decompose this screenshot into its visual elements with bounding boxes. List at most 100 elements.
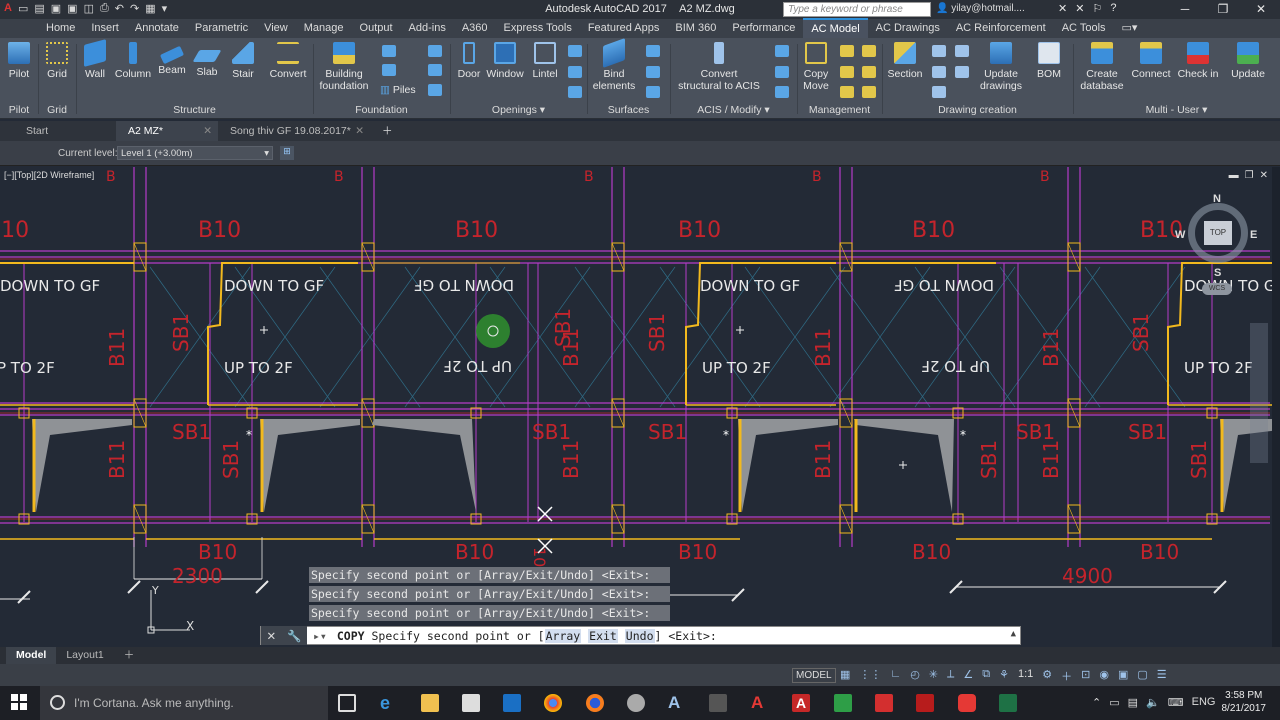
annotation-visibility-icon[interactable]: ⚘ bbox=[999, 668, 1009, 684]
app-red-icon[interactable] bbox=[958, 694, 976, 712]
panel-acis-modify[interactable]: ACIS / Modify ▾ bbox=[670, 104, 797, 116]
mgmt-1-icon[interactable] bbox=[840, 45, 854, 57]
panel-multi-user[interactable]: Multi - User ▾ bbox=[1073, 104, 1280, 116]
view-5-icon[interactable] bbox=[932, 86, 946, 98]
network-icon[interactable]: ▤ bbox=[1128, 696, 1138, 709]
clock[interactable]: 3:58 PM 8/21/2017 bbox=[1222, 689, 1267, 715]
store-icon[interactable] bbox=[462, 694, 480, 712]
clean-screen-icon[interactable]: ▢ bbox=[1137, 668, 1147, 684]
option-exit[interactable]: Exit bbox=[588, 628, 618, 643]
niche-icon[interactable] bbox=[568, 66, 582, 78]
autocad-architecture-icon[interactable]: A bbox=[668, 694, 686, 712]
mgmt-4-icon[interactable] bbox=[862, 66, 876, 78]
model-space-button[interactable]: MODEL bbox=[792, 668, 836, 683]
view-2-icon[interactable] bbox=[955, 45, 969, 57]
piles-button[interactable]: ▥ Piles bbox=[380, 84, 422, 96]
command-line[interactable]: ✕ 🔧 ▸▾ COPY Specify second point or [Arr… bbox=[260, 626, 1021, 645]
compass-north[interactable]: N bbox=[1213, 193, 1221, 205]
otrack-icon[interactable]: ∠ bbox=[963, 668, 973, 684]
edge-icon[interactable]: e bbox=[380, 694, 398, 712]
snap-icon[interactable]: ⋮⋮ bbox=[859, 668, 881, 684]
osnap-icon[interactable]: ✳ bbox=[929, 668, 938, 684]
panel-openings[interactable]: Openings ▾ bbox=[450, 104, 587, 116]
hole-icon[interactable] bbox=[568, 86, 582, 98]
window-button[interactable]: Window bbox=[485, 42, 525, 80]
surface-icon[interactable] bbox=[646, 45, 660, 57]
stair-button[interactable]: Stair bbox=[228, 42, 258, 80]
view-3-icon[interactable] bbox=[932, 66, 946, 78]
tab-model[interactable]: Model bbox=[6, 647, 57, 664]
acis-tool-3-icon[interactable] bbox=[775, 86, 789, 98]
wcs-menu[interactable]: WCS bbox=[1202, 283, 1232, 295]
acis-tool-2-icon[interactable] bbox=[775, 66, 789, 78]
door-button[interactable]: Door bbox=[455, 42, 483, 80]
customize-menu-icon[interactable]: ☰ bbox=[1157, 668, 1167, 684]
beam-button[interactable]: Beam bbox=[157, 42, 187, 76]
task-view-icon[interactable] bbox=[338, 694, 356, 712]
update-drawings-button[interactable]: Update drawings bbox=[978, 42, 1024, 92]
app-icon[interactable] bbox=[709, 694, 727, 712]
workspace-gear-icon[interactable]: ⚙ bbox=[1042, 668, 1052, 684]
foundation-slab-icon[interactable] bbox=[428, 64, 442, 76]
create-database-button[interactable]: Create database bbox=[1078, 42, 1126, 92]
viewcube-top-face[interactable]: TOP bbox=[1204, 221, 1232, 245]
lintel-button[interactable]: Lintel bbox=[530, 42, 560, 80]
add-layout-icon[interactable]: ＋ bbox=[114, 647, 145, 664]
building-foundation-button[interactable]: Building foundation bbox=[318, 42, 370, 92]
close-tab-icon[interactable]: ✕ bbox=[203, 121, 212, 141]
close-tab-icon[interactable]: ✕ bbox=[355, 121, 364, 141]
acis-tool-1-icon[interactable] bbox=[775, 45, 789, 57]
close-icon[interactable]: ✕ bbox=[267, 629, 277, 643]
chrome-icon[interactable] bbox=[544, 694, 562, 712]
outlook-icon[interactable] bbox=[503, 694, 521, 712]
hardware-accel-icon[interactable]: ◉ bbox=[1099, 668, 1109, 684]
language-indicator[interactable]: ENG bbox=[1192, 696, 1216, 709]
copy-move-button[interactable]: Copy Move bbox=[800, 42, 832, 92]
app-icon[interactable] bbox=[627, 694, 645, 712]
autocad-icon[interactable]: A bbox=[751, 694, 769, 712]
firefox-icon[interactable] bbox=[586, 694, 604, 712]
doc-tab-a2-mz[interactable]: A2 MZ* ✕ bbox=[116, 121, 218, 141]
compass-west[interactable]: W bbox=[1175, 229, 1185, 241]
update-button[interactable]: Update bbox=[1226, 42, 1270, 80]
convert-structural-acis-button[interactable]: Convert structural to ACIS bbox=[676, 42, 762, 92]
doc-tab-song-thiv[interactable]: Song thiv GF 19.08.2017* ✕ bbox=[218, 121, 370, 141]
surface-edit-icon[interactable] bbox=[646, 66, 660, 78]
file-explorer-icon[interactable] bbox=[421, 694, 439, 712]
annotation-scale[interactable]: 1:1 bbox=[1018, 668, 1033, 684]
opening-icon[interactable] bbox=[568, 45, 582, 57]
chevron-up-icon[interactable]: ▲ bbox=[1011, 629, 1016, 639]
footing-icon[interactable] bbox=[382, 45, 396, 57]
viewcube[interactable]: TOP N S E W WCS bbox=[1175, 193, 1257, 305]
cortana-search[interactable]: I'm Cortana. Ask me anything. bbox=[40, 686, 328, 720]
pdf-icon[interactable] bbox=[916, 694, 934, 712]
option-array[interactable]: Array bbox=[544, 628, 582, 643]
foundation-misc-icon[interactable] bbox=[428, 84, 442, 96]
viewport-restore-icon[interactable]: ❐ bbox=[1245, 170, 1254, 181]
acrobat-icon[interactable] bbox=[875, 694, 893, 712]
slab-button[interactable]: Slab bbox=[192, 42, 222, 78]
connect-button[interactable]: Connect bbox=[1130, 42, 1172, 80]
convert-button[interactable]: Convert bbox=[268, 42, 308, 80]
command-recent-icon[interactable]: ▸▾ bbox=[307, 629, 327, 643]
strip-footing-icon[interactable] bbox=[382, 64, 396, 76]
tray-app-icon[interactable]: ▭ bbox=[1109, 696, 1119, 709]
units-icon[interactable]: ⊡ bbox=[1081, 668, 1090, 684]
navigation-bar[interactable] bbox=[1250, 323, 1268, 463]
keyboard-icon[interactable]: ⌨ bbox=[1168, 696, 1184, 709]
ortho-icon[interactable]: ∟ bbox=[890, 668, 901, 684]
column-button[interactable]: Column bbox=[114, 42, 152, 80]
tab-layout1[interactable]: Layout1 bbox=[56, 647, 113, 664]
wall-button[interactable]: Wall bbox=[82, 39, 108, 80]
isodraft-icon[interactable]: ⟂ bbox=[947, 668, 954, 684]
option-undo[interactable]: Undo bbox=[624, 628, 655, 643]
doc-tab-start[interactable]: Start bbox=[0, 121, 116, 141]
surface-delete-icon[interactable] bbox=[646, 86, 660, 98]
windows-start-icon[interactable] bbox=[11, 694, 27, 710]
grid-button[interactable]: Grid bbox=[42, 42, 72, 80]
polar-icon[interactable]: ◴ bbox=[910, 668, 920, 684]
mgmt-3-icon[interactable] bbox=[840, 66, 854, 78]
level-manager-icon[interactable]: ⊞ bbox=[280, 146, 294, 160]
compass-south[interactable]: S bbox=[1214, 267, 1221, 279]
view-1-icon[interactable] bbox=[932, 45, 946, 57]
